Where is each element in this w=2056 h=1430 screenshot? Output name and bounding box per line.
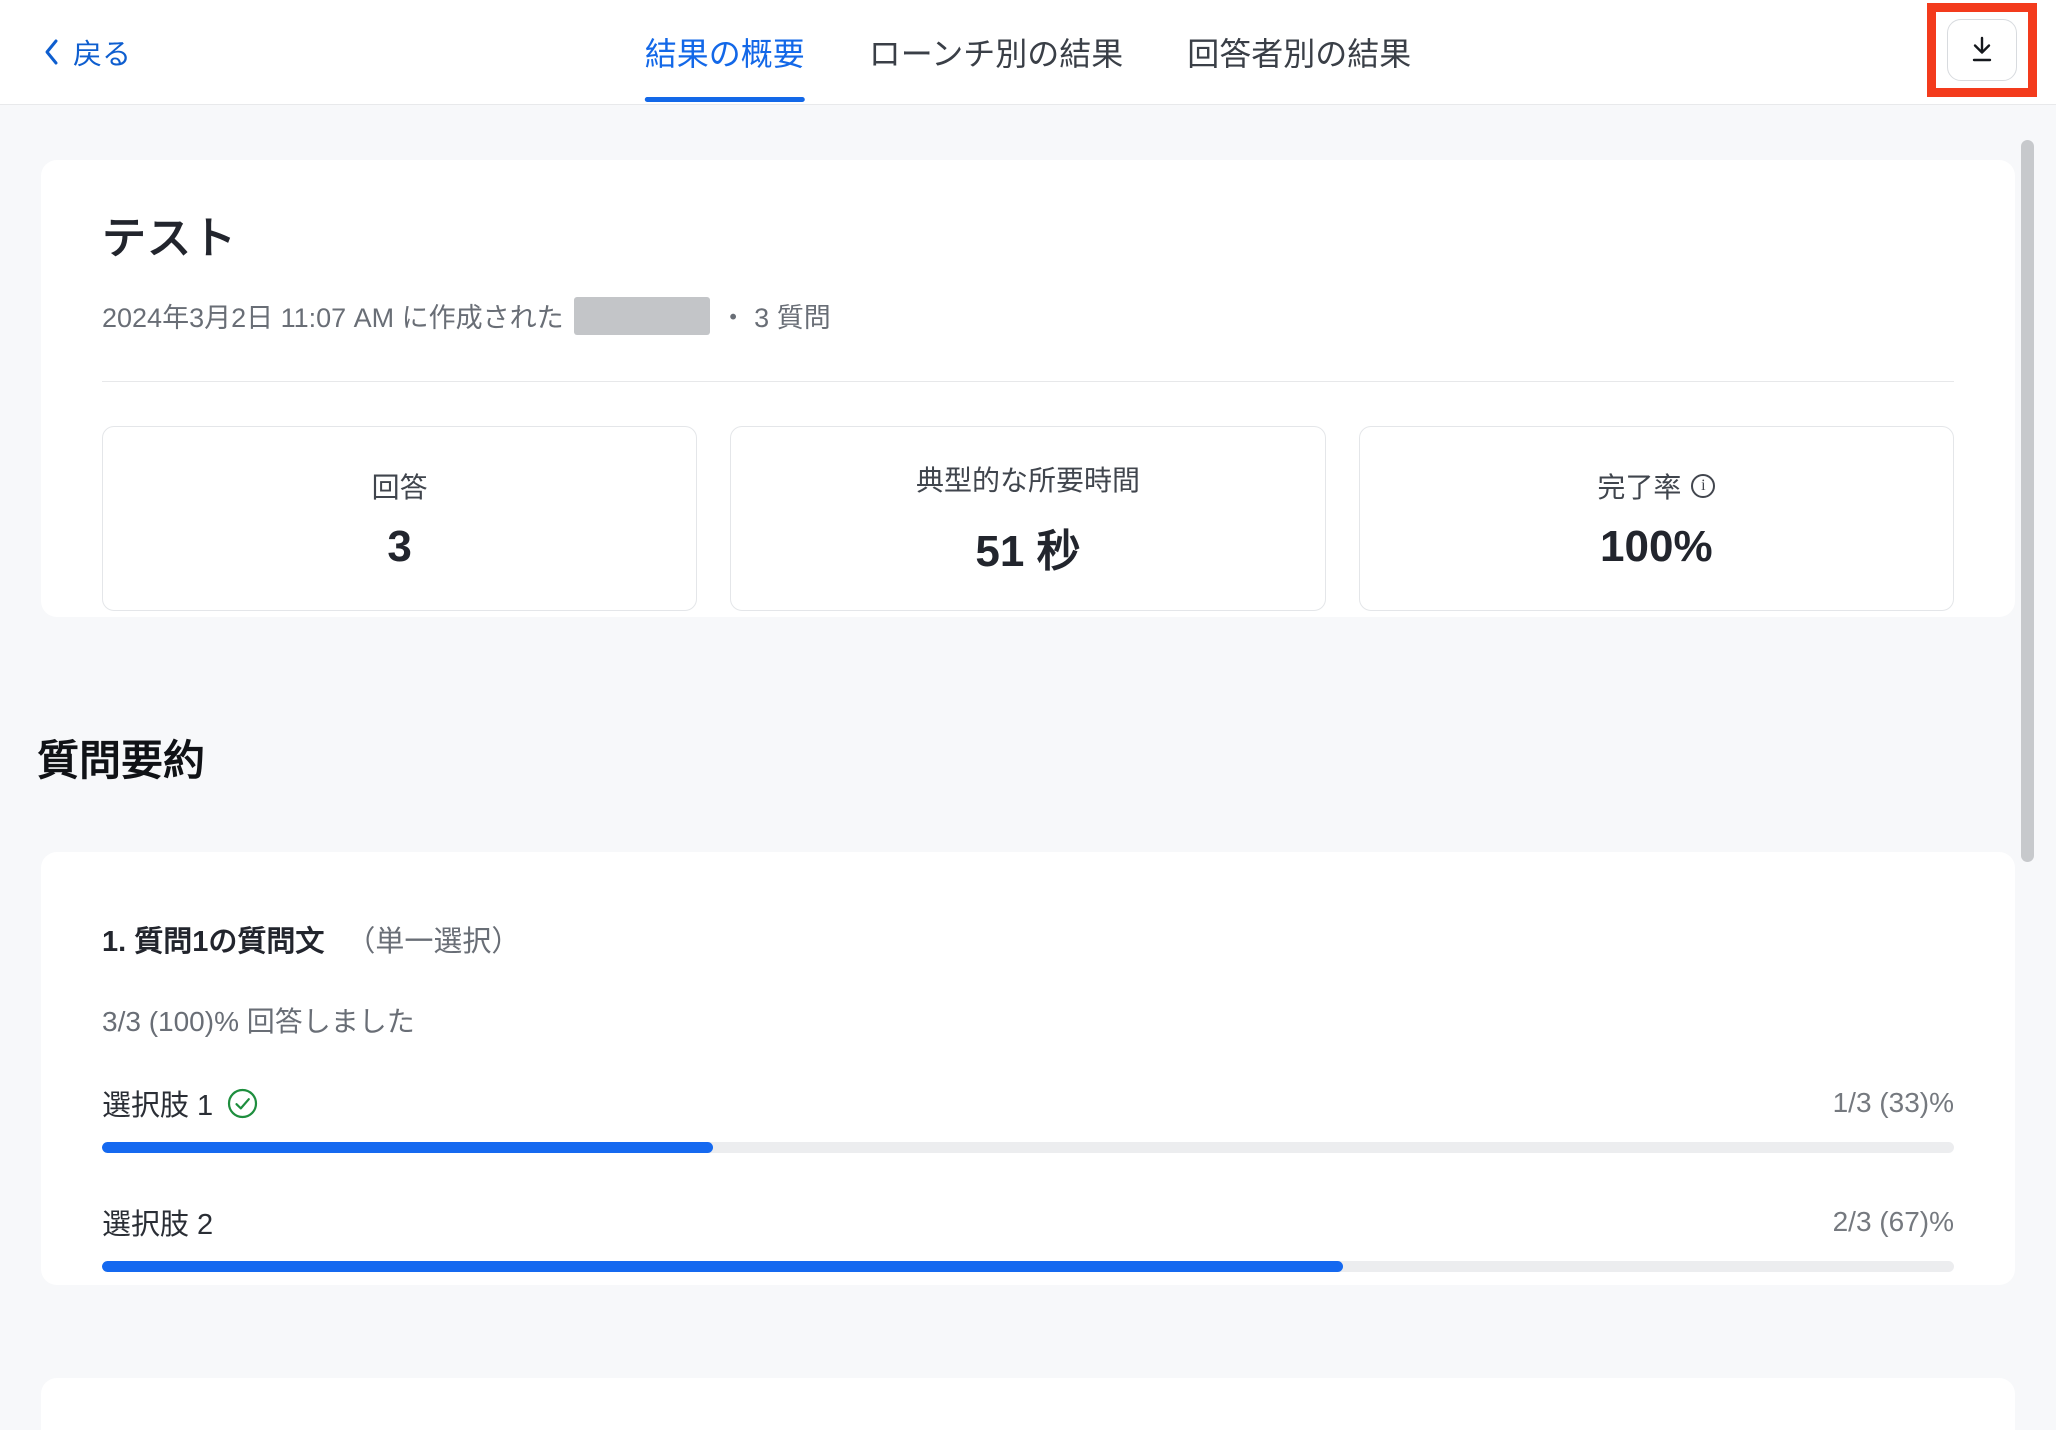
question-count-text: ・ 3 質問 <box>720 296 831 335</box>
choice-bar-track <box>102 1261 1954 1272</box>
stat-card-typical-time: 典型的な所要時間 51 秒 <box>730 426 1325 611</box>
stat-label: 典型的な所要時間 <box>916 459 1140 499</box>
question-title: 1. 質問1の質問文 <box>102 918 324 960</box>
download-icon <box>1967 34 1997 66</box>
question-type: （単一選択） <box>346 918 520 960</box>
choice-row: 選択肢 1 1/3 (33)% <box>102 1082 1954 1124</box>
survey-title: テスト <box>102 202 1954 266</box>
info-icon[interactable]: i <box>1691 474 1715 498</box>
choice-result-value: 1/3 (33)% <box>1833 1087 1954 1119</box>
survey-subtitle: 2024年3月2日 11:07 AM に作成された ・ 3 質問 <box>102 296 1954 335</box>
back-button[interactable]: 戻る <box>43 0 131 104</box>
answered-count-text: 3/3 (100)% 回答しました <box>102 1000 1954 1040</box>
choice-label: 選択肢 1 <box>102 1082 258 1124</box>
choice-result-value: 2/3 (67)% <box>1833 1206 1954 1238</box>
choice-bar-fill <box>102 1142 713 1153</box>
main-content: テスト 2024年3月2日 11:07 AM に作成された ・ 3 質問 回答 … <box>0 105 2056 1430</box>
stat-card-responses: 回答 3 <box>102 426 697 611</box>
survey-overview-card: テスト 2024年3月2日 11:07 AM に作成された ・ 3 質問 回答 … <box>41 160 2015 617</box>
stat-card-completion-rate: 完了率 i 100% <box>1359 426 1954 611</box>
redacted-author-name <box>574 297 710 335</box>
vertical-scrollbar[interactable] <box>2021 140 2034 862</box>
tab-results-overview[interactable]: 結果の概要 <box>645 0 805 104</box>
stat-value: 3 <box>387 522 411 572</box>
download-button[interactable] <box>1947 19 2017 81</box>
question-summary-heading: 質問要約 <box>37 727 2015 788</box>
divider <box>102 381 1954 382</box>
stat-label: 完了率 i <box>1597 466 1715 506</box>
stat-value: 51 秒 <box>975 515 1080 579</box>
choice-bar-fill <box>102 1261 1343 1272</box>
question-card-1: 1. 質問1の質問文 （単一選択） 3/3 (100)% 回答しました 選択肢 … <box>41 852 2015 1285</box>
created-text: 2024年3月2日 11:07 AM に作成された <box>102 296 564 335</box>
stat-label: 回答 <box>372 466 428 506</box>
question-card-2: 2. 質問2の質問文 （複数選択） <box>41 1378 2015 1430</box>
choice-row: 選択肢 2 2/3 (67)% <box>102 1201 1954 1243</box>
choice-label: 選択肢 2 <box>102 1201 213 1243</box>
results-tabs: 結果の概要 ローンチ別の結果 回答者別の結果 <box>645 0 1411 104</box>
correct-answer-check-icon <box>227 1088 258 1119</box>
back-label: 戻る <box>73 31 131 73</box>
top-bar: 戻る 結果の概要 ローンチ別の結果 回答者別の結果 <box>0 0 2056 105</box>
tab-results-by-launch[interactable]: ローンチ別の結果 <box>869 0 1123 104</box>
stat-value: 100% <box>1600 522 1713 572</box>
stats-row: 回答 3 典型的な所要時間 51 秒 完了率 i 100% <box>102 426 1954 611</box>
chevron-left-icon <box>43 38 59 66</box>
tab-results-by-respondent[interactable]: 回答者別の結果 <box>1187 0 1411 104</box>
choice-bar-track <box>102 1142 1954 1153</box>
annotation-highlight-rectangle <box>1927 3 2037 97</box>
question-title-row: 1. 質問1の質問文 （単一選択） <box>102 918 1954 960</box>
